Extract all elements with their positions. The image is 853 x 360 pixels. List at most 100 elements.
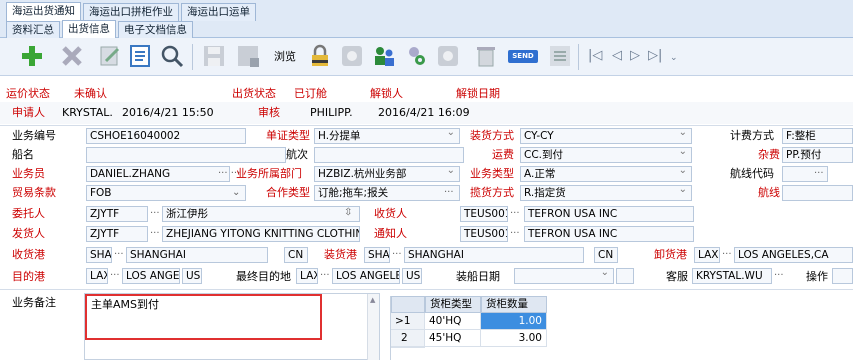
receipt-code-field[interactable]: SHA	[86, 247, 112, 263]
save-disabled-icon[interactable]	[236, 44, 260, 68]
grid-row-2-qty[interactable]: 3.00	[481, 330, 547, 347]
bill-type-select[interactable]: H.分提单	[314, 128, 460, 144]
browse-button[interactable]: 浏览	[274, 50, 296, 64]
dest-lookup-icon[interactable]: ···	[110, 269, 120, 283]
loading-name-field[interactable]: SHANGHAI	[404, 247, 584, 263]
route-field[interactable]	[782, 185, 853, 201]
trade-terms-dropdown-icon[interactable]: ⌄	[232, 186, 240, 200]
trash-icon[interactable]	[474, 44, 498, 68]
discharge-code-field[interactable]: LAX	[694, 247, 720, 263]
dest-country-field[interactable]: US	[182, 268, 202, 284]
dept-select[interactable]: HZBIZ.杭州业务部	[314, 166, 460, 182]
trade-terms-field[interactable]: FOB	[86, 185, 246, 201]
ship-time-spinner[interactable]	[616, 268, 634, 284]
receipt-name-field[interactable]: SHANGHAI	[126, 247, 268, 263]
load-mode-select[interactable]: CY-CY	[520, 128, 692, 144]
remarks-scrollbar[interactable]: ▲	[367, 294, 379, 360]
shipper-code-field[interactable]: ZJYTF	[86, 226, 148, 242]
loading-code-field[interactable]: SHA	[364, 247, 390, 263]
notify-code-field[interactable]: TEUS001	[460, 226, 508, 242]
edit-icon[interactable]	[98, 44, 122, 68]
coop-type-lookup-icon[interactable]: ···	[444, 186, 454, 200]
discharge-name-field[interactable]: LOS ANGELES,CA	[734, 247, 853, 263]
grid-header-type[interactable]: 货柜类型	[425, 296, 481, 313]
salesman-field[interactable]: DANIEL.ZHANG	[86, 166, 230, 182]
consignor-spin-icon[interactable]: ⇳	[344, 206, 352, 220]
consignee-name-field[interactable]: TEFRON USA INC	[524, 206, 694, 222]
loading-lookup-icon[interactable]: ···	[392, 248, 402, 262]
consignee-lookup-icon[interactable]: ···	[510, 207, 520, 221]
notify-name-field[interactable]: TEFRON USA INC	[524, 226, 694, 242]
cs-lookup-icon[interactable]: ···	[774, 269, 784, 283]
coop-type-field[interactable]: 订舱;拖车;报关	[314, 185, 460, 201]
loading-country-field[interactable]: CN	[594, 247, 618, 263]
grid-row-2-type[interactable]: 45'HQ	[425, 330, 481, 347]
first-icon[interactable]: |◁	[588, 49, 602, 63]
document-icon[interactable]	[128, 44, 152, 68]
tab-waybill[interactable]: 海运出口运单	[181, 3, 256, 21]
freight-select[interactable]: CC.到付	[520, 147, 692, 163]
charge-mode-field[interactable]: F:整柜	[782, 128, 853, 144]
delete-icon[interactable]	[60, 44, 84, 68]
more-icon[interactable]: ⌄	[670, 51, 678, 65]
save-icon[interactable]	[202, 44, 226, 68]
prev-icon[interactable]: ◁	[612, 49, 622, 63]
remarks-textarea[interactable]: 主单AMS到付 ▲	[84, 293, 380, 360]
solicit-select[interactable]: R.指定货	[520, 185, 692, 201]
receipt-country-field[interactable]: CN	[284, 247, 308, 263]
final-lookup-icon[interactable]: ···	[320, 269, 330, 283]
misc-field[interactable]: PP.预付	[782, 147, 853, 163]
search-icon[interactable]	[160, 44, 184, 68]
tab-shipment-info[interactable]: 出货信息	[62, 20, 116, 39]
user-settings-icon[interactable]	[404, 44, 428, 68]
grid-header-qty[interactable]: 货柜数量	[481, 296, 547, 313]
consignor-code-field[interactable]: ZJYTF	[86, 206, 148, 222]
op-field[interactable]	[832, 268, 853, 284]
scroll-up-icon[interactable]: ▲	[370, 296, 375, 304]
tab-edoc[interactable]: 电子文档信息	[118, 21, 193, 39]
receipt-lookup-icon[interactable]: ···	[114, 248, 124, 262]
disabled-circle-icon-2[interactable]	[436, 44, 460, 68]
tab-consolidation[interactable]: 海运出口拼柜作业	[83, 3, 179, 21]
final-country-field[interactable]: US	[402, 268, 422, 284]
route-code-lookup-icon[interactable]: ···	[814, 167, 824, 181]
list-icon[interactable]	[548, 44, 572, 68]
shipper-name-field[interactable]: ZHEJIANG YITONG KNITTING CLOTHING	[162, 226, 360, 242]
consignor-lookup-icon[interactable]: ···	[150, 207, 160, 221]
biz-no-label: 业务编号	[12, 129, 56, 142]
tab-shipment-notice[interactable]: 海运出货通知	[6, 2, 81, 21]
unlocker-label: 解锁人	[370, 87, 403, 100]
tab-summary[interactable]: 资料汇总	[6, 21, 60, 39]
final-code-field[interactable]: LAX	[296, 268, 318, 284]
users-icon[interactable]	[372, 44, 396, 68]
shipper-lookup-icon[interactable]: ···	[150, 227, 160, 241]
cs-field[interactable]: KRYSTAL.WU	[692, 268, 772, 284]
discharge-lookup-icon[interactable]: ···	[722, 248, 732, 262]
voyage-field[interactable]	[314, 147, 464, 163]
grid-row-2-indicator[interactable]: 2	[391, 330, 425, 347]
send-button[interactable]: SEND	[508, 50, 538, 63]
review-date: 2016/4/21 16:09	[378, 106, 470, 119]
next-icon[interactable]: ▷	[630, 49, 640, 63]
consignor-name-field[interactable]: 浙江伊彤	[162, 206, 360, 222]
ship-status-label: 出货状态	[232, 87, 276, 100]
grid-row-1-type[interactable]: 40'HQ	[425, 313, 481, 330]
send-label: SEND	[512, 52, 534, 60]
biz-no-field[interactable]: CSHOE16040002	[86, 128, 246, 144]
final-name-field[interactable]: LOS ANGELE	[332, 268, 400, 284]
disabled-circle-icon[interactable]	[340, 44, 364, 68]
dest-name-field[interactable]: LOS ANGELE	[122, 268, 180, 284]
consignee-code-field[interactable]: TEUS001	[460, 206, 508, 222]
grid-row-1-indicator[interactable]: >1	[391, 313, 425, 330]
notify-lookup-icon[interactable]: ···	[510, 227, 520, 241]
add-icon[interactable]	[20, 44, 44, 68]
grid-row-1-qty[interactable]: 1.00	[481, 313, 547, 330]
last-icon[interactable]: ▷|	[648, 49, 662, 63]
vessel-field[interactable]	[86, 147, 286, 163]
lock-icon[interactable]	[308, 44, 332, 68]
dest-code-field[interactable]: LAX	[86, 268, 108, 284]
coop-type-label: 合作类型	[266, 186, 310, 199]
ship-date-picker[interactable]	[514, 268, 614, 284]
biz-type-label: 业务类型	[470, 167, 514, 180]
biz-type-select[interactable]: A.正常	[520, 166, 692, 182]
